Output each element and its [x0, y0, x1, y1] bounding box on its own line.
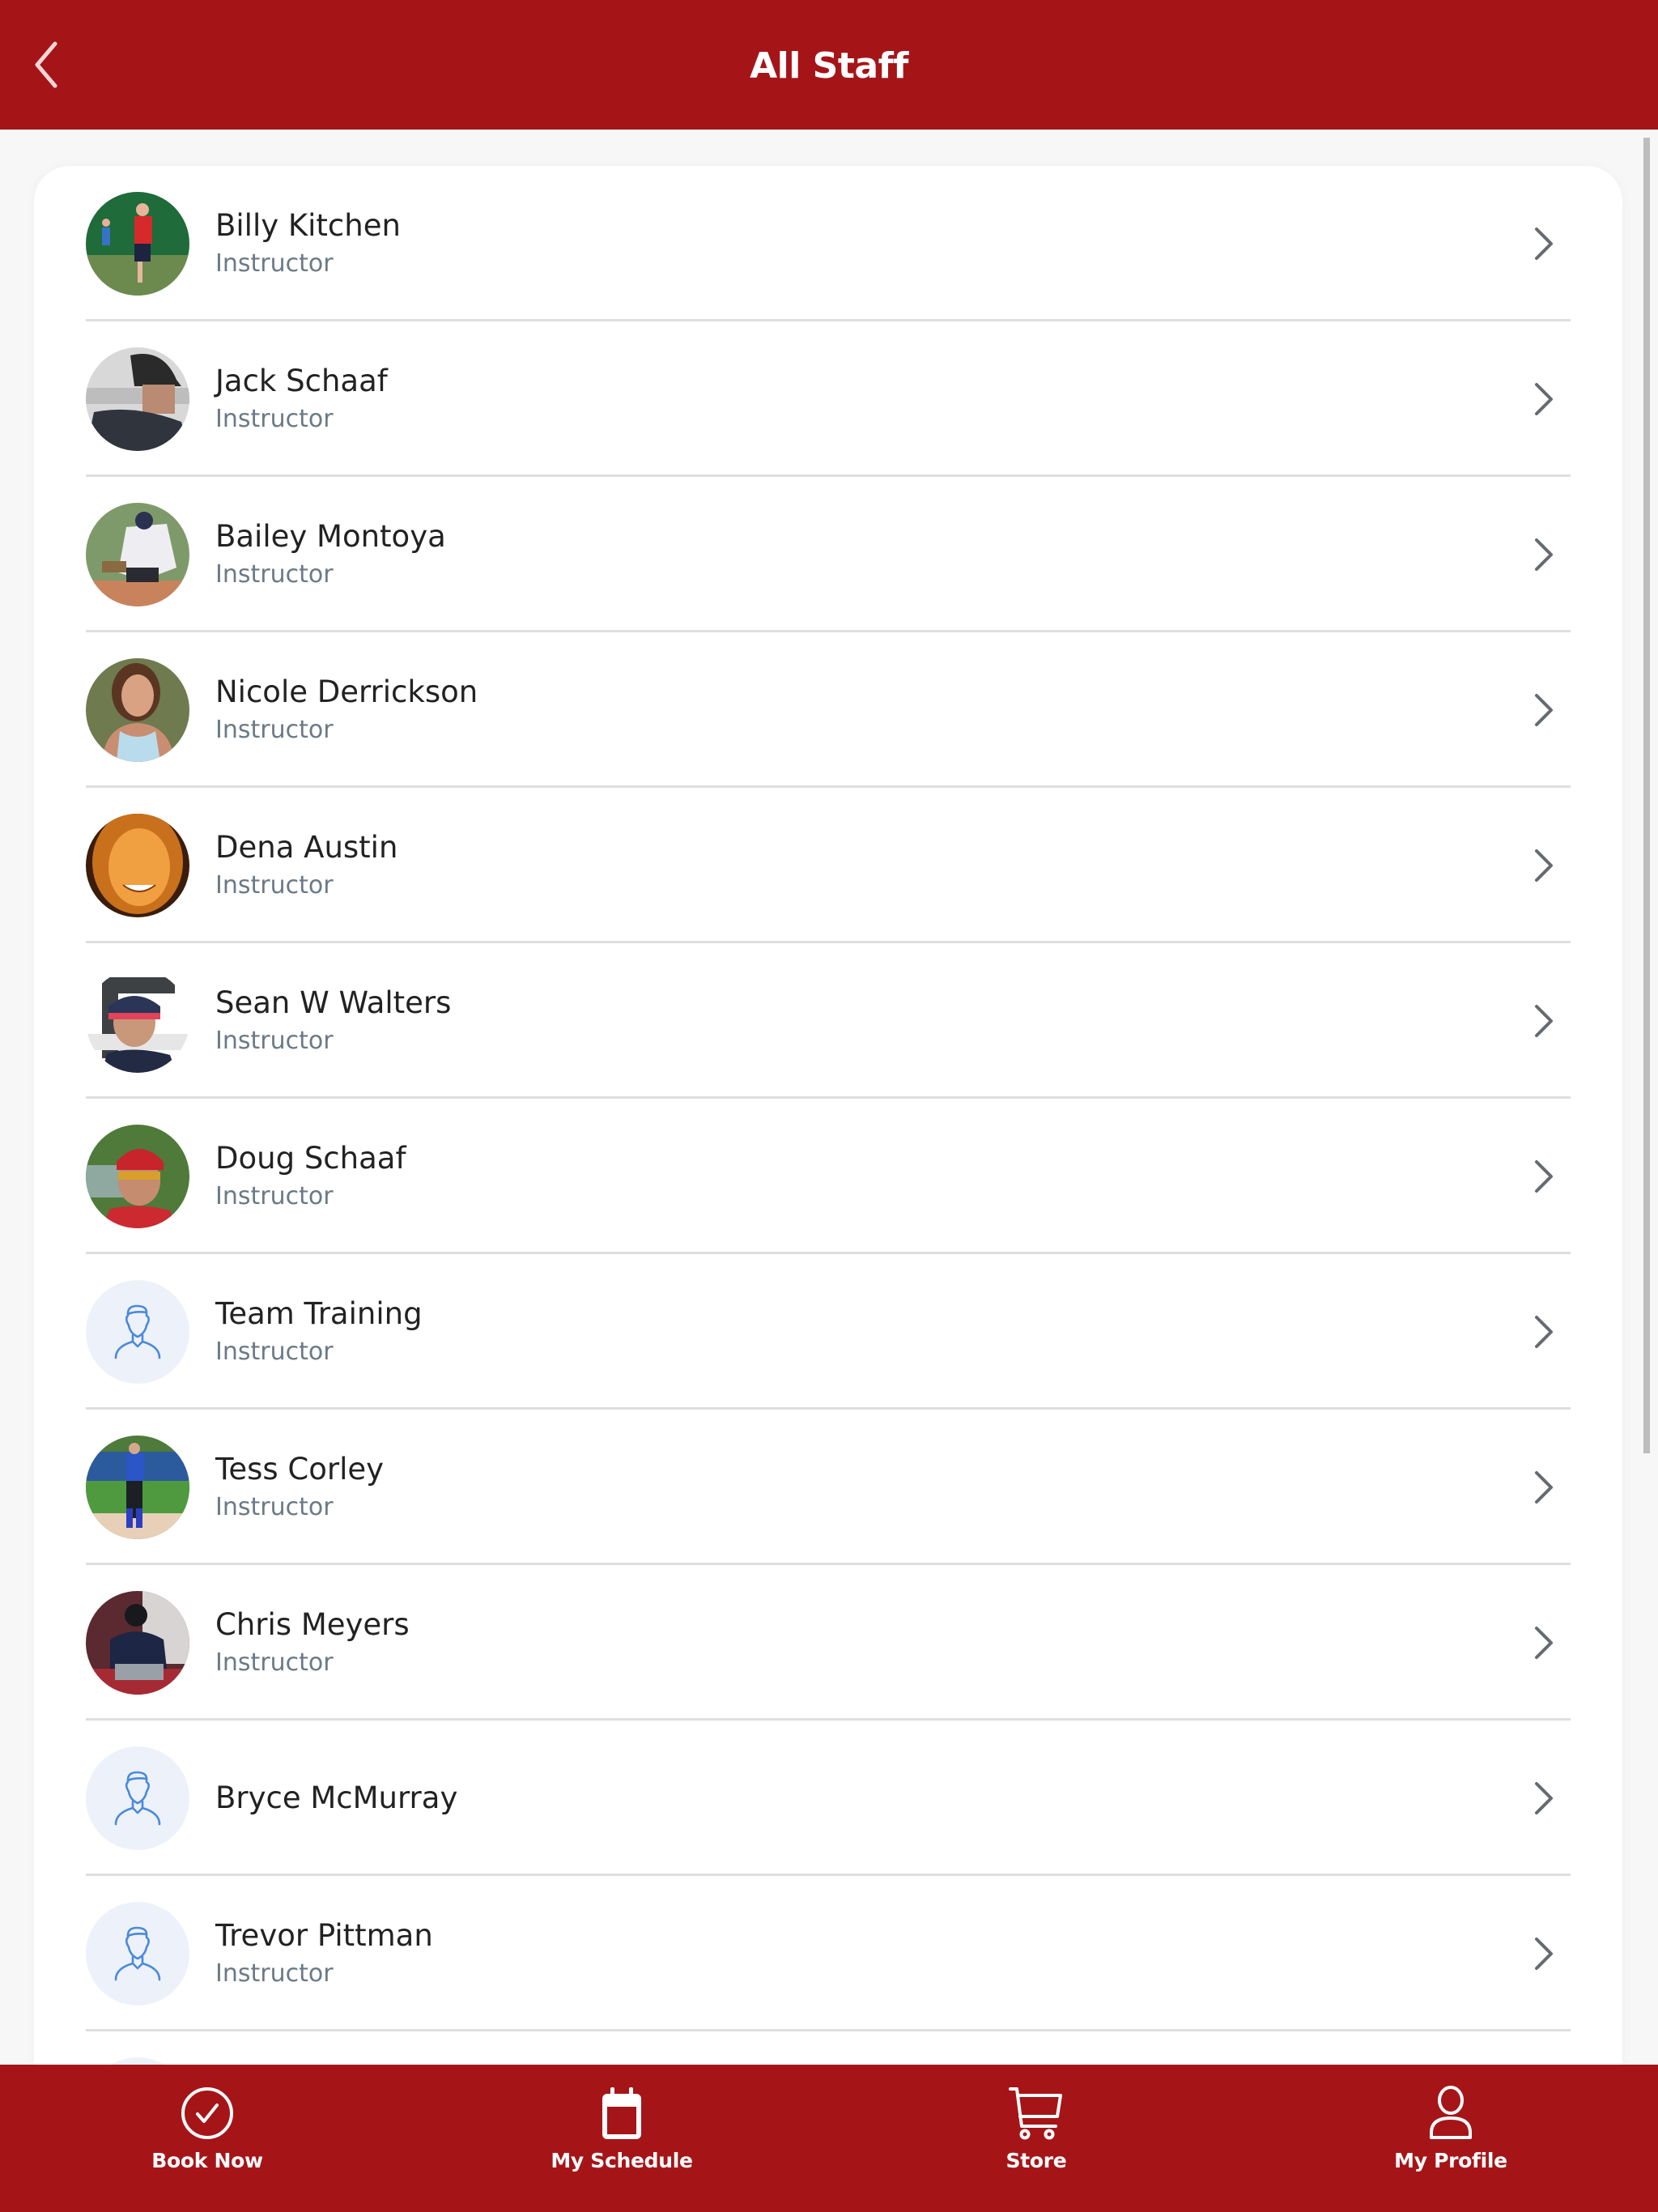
staff-row-nicole-derrickson[interactable]: Nicole Derrickson Instructor — [86, 632, 1571, 788]
page-title: All Staff — [750, 45, 908, 87]
avatar-photo — [86, 969, 189, 1073]
avatar — [86, 1591, 189, 1695]
chevron-left-icon — [35, 41, 57, 88]
chevron-right-icon — [1535, 694, 1553, 726]
avatar — [86, 1436, 189, 1539]
avatar — [86, 347, 189, 451]
chevron-right-icon — [1535, 1938, 1553, 1970]
avatar-photo — [86, 1125, 189, 1228]
chevron-right-icon — [1535, 1005, 1553, 1037]
staff-name: Doug Schaaf — [215, 1141, 406, 1176]
staff-role: Instructor — [215, 1493, 334, 1521]
user-icon — [1430, 2086, 1472, 2139]
staff-role: Instructor — [215, 1338, 334, 1366]
nav-label: My Profile — [1394, 2149, 1507, 2172]
staff-role: Instructor — [215, 249, 334, 278]
avatar — [86, 503, 189, 606]
avatar — [86, 969, 189, 1073]
check-circle-icon — [181, 2087, 233, 2139]
staff-row-team-training[interactable]: Team Training Instructor — [86, 1254, 1571, 1410]
person-outline-icon — [114, 1304, 161, 1359]
avatar — [86, 658, 189, 762]
staff-role: Instructor — [215, 1959, 334, 1988]
avatar-placeholder — [86, 1280, 189, 1384]
staff-name: Bailey Montoya — [215, 519, 446, 554]
staff-name: Dena Austin — [215, 830, 398, 865]
nav-book-now[interactable]: Book Now — [0, 2065, 414, 2212]
chevron-right-icon — [1535, 1627, 1553, 1659]
staff-name: Team Training — [215, 1296, 423, 1331]
staff-role: Instructor — [215, 1027, 334, 1055]
cart-icon — [1009, 2087, 1062, 2140]
staff-name: Chris Meyers — [215, 1607, 410, 1642]
calendar-icon — [602, 2087, 641, 2139]
bottom-nav: Book Now My Schedule Store My Profile — [0, 2065, 1658, 2212]
staff-name: Bryce McMurray — [215, 1780, 458, 1815]
nav-label: Book Now — [151, 2149, 263, 2172]
nav-label: My Schedule — [551, 2149, 693, 2172]
staff-row-tess-corley[interactable]: Tess Corley Instructor — [86, 1410, 1571, 1565]
nav-my-profile[interactable]: My Profile — [1244, 2065, 1658, 2212]
chevron-right-icon — [1535, 849, 1553, 882]
staff-role: Instructor — [215, 405, 334, 433]
avatar-placeholder — [86, 2057, 189, 2065]
person-outline-icon — [114, 1926, 161, 1981]
staff-row-bailey-montoya[interactable]: Bailey Montoya Instructor — [86, 477, 1571, 632]
staff-row-jack-schaaf[interactable]: Jack Schaaf Instructor — [86, 321, 1571, 477]
staff-role: Instructor — [215, 871, 334, 900]
staff-name: Nicole Derrickson — [215, 674, 478, 709]
avatar-photo — [86, 1591, 189, 1695]
staff-row-dena-austin[interactable]: Dena Austin Instructor — [86, 788, 1571, 943]
avatar-photo — [86, 192, 189, 296]
staff-row-trevor-pittman[interactable]: Trevor Pittman Instructor — [86, 1876, 1571, 2031]
avatar-photo — [86, 503, 189, 606]
chevron-right-icon — [1535, 1316, 1553, 1348]
avatar-placeholder — [86, 1902, 189, 2006]
avatar-placeholder — [86, 1746, 189, 1850]
staff-row-sean-w-walters[interactable]: Sean W Walters Instructor — [86, 943, 1571, 1099]
staff-row-doug-schaaf[interactable]: Doug Schaaf Instructor — [86, 1099, 1571, 1254]
nav-label: Store — [1005, 2149, 1067, 2172]
avatar-photo — [86, 658, 189, 762]
staff-name: Jack Schaaf — [215, 364, 388, 398]
staff-role: Instructor — [215, 1182, 334, 1210]
avatar — [86, 814, 189, 917]
chevron-right-icon — [1535, 1160, 1553, 1193]
chevron-right-icon — [1535, 383, 1553, 415]
staff-name: Billy Kitchen — [215, 208, 401, 243]
staff-role: Instructor — [215, 560, 334, 589]
avatar-photo — [86, 347, 189, 451]
staff-row-bryce-mcmurray[interactable]: Bryce McMurray — [86, 1721, 1571, 1876]
staff-role: Instructor — [215, 716, 334, 744]
scrollbar[interactable] — [1643, 138, 1650, 1453]
staff-list-card: Billy Kitchen Instructor Jack Schaaf Ins… — [34, 166, 1622, 2065]
avatar-photo — [86, 1436, 189, 1539]
app-header: All Staff — [0, 0, 1658, 130]
staff-name: Sean W Walters — [215, 985, 452, 1020]
staff-row-partial[interactable] — [86, 2031, 1571, 2065]
staff-row-chris-meyers[interactable]: Chris Meyers Instructor — [86, 1565, 1571, 1721]
chevron-right-icon — [1535, 1782, 1553, 1814]
avatar-photo — [86, 814, 189, 917]
person-outline-icon — [114, 1771, 161, 1826]
avatar — [86, 1125, 189, 1228]
nav-store[interactable]: Store — [829, 2065, 1244, 2212]
staff-name: Trevor Pittman — [215, 1918, 433, 1953]
staff-name: Tess Corley — [215, 1452, 385, 1487]
nav-my-schedule[interactable]: My Schedule — [414, 2065, 829, 2212]
staff-row-billy-kitchen[interactable]: Billy Kitchen Instructor — [86, 166, 1571, 321]
chevron-right-icon — [1535, 1471, 1553, 1504]
chevron-right-icon — [1535, 538, 1553, 571]
chevron-right-icon — [1535, 228, 1553, 260]
avatar — [86, 192, 189, 296]
staff-list-scroll-area[interactable]: Billy Kitchen Instructor Jack Schaaf Ins… — [0, 130, 1658, 2065]
staff-role: Instructor — [215, 1648, 334, 1677]
back-button[interactable] — [31, 39, 63, 91]
